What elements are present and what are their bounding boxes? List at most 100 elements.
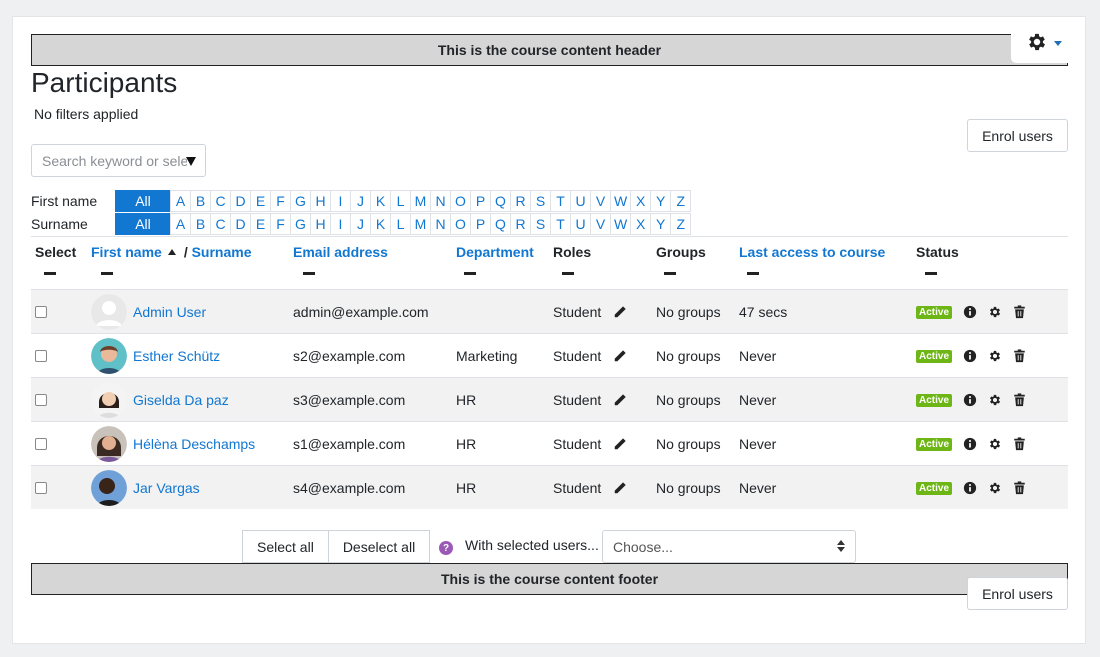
initial-letter-button[interactable]: U xyxy=(570,213,591,235)
select-all-button[interactable]: Select all xyxy=(242,530,329,563)
bulk-action-select[interactable]: Choose... xyxy=(602,530,856,563)
trash-icon[interactable] xyxy=(1013,437,1026,451)
initial-letter-button[interactable]: J xyxy=(350,190,371,212)
initial-letter-button[interactable]: K xyxy=(370,190,391,212)
initial-letter-button[interactable]: S xyxy=(530,213,551,235)
initial-all-button[interactable]: All xyxy=(115,213,171,235)
pencil-icon[interactable] xyxy=(613,305,627,319)
user-name-link[interactable]: Esther Schütz xyxy=(133,348,220,364)
trash-icon[interactable] xyxy=(1013,305,1026,319)
user-name-link[interactable]: Giselda Da paz xyxy=(133,392,229,408)
initial-letter-button[interactable]: G xyxy=(290,190,311,212)
row-checkbox[interactable] xyxy=(35,482,47,494)
sort-firstname-link[interactable]: First name xyxy=(91,244,162,260)
initial-letter-button[interactable]: I xyxy=(330,213,351,235)
initial-letter-button[interactable]: Q xyxy=(490,213,511,235)
gear-icon[interactable] xyxy=(988,481,1002,495)
avatar[interactable] xyxy=(91,338,127,374)
enrol-users-button-bottom[interactable]: Enrol users xyxy=(967,577,1068,610)
initial-letter-button[interactable]: O xyxy=(450,190,471,212)
avatar[interactable] xyxy=(91,382,127,418)
initial-letter-button[interactable]: S xyxy=(530,190,551,212)
initial-letter-button[interactable]: Q xyxy=(490,190,511,212)
avatar[interactable] xyxy=(91,470,127,506)
initial-letter-button[interactable]: T xyxy=(550,213,571,235)
info-icon[interactable] xyxy=(963,437,977,451)
info-icon[interactable] xyxy=(963,305,977,319)
gear-icon[interactable] xyxy=(988,393,1002,407)
initial-letter-button[interactable]: P xyxy=(470,213,491,235)
sort-surname-link[interactable]: Surname xyxy=(192,244,252,260)
initial-letter-button[interactable]: G xyxy=(290,213,311,235)
info-icon[interactable] xyxy=(963,481,977,495)
deselect-all-button[interactable]: Deselect all xyxy=(328,530,431,563)
initial-letter-button[interactable]: Y xyxy=(650,190,672,212)
gear-icon[interactable] xyxy=(988,349,1002,363)
initial-letter-button[interactable]: F xyxy=(270,190,291,212)
initial-letter-button[interactable]: P xyxy=(470,190,491,212)
column-last-access[interactable]: Last access to course xyxy=(739,244,885,275)
initial-letter-button[interactable]: L xyxy=(390,190,411,212)
initial-letter-button[interactable]: F xyxy=(270,213,291,235)
initial-letter-button[interactable]: C xyxy=(210,213,231,235)
row-checkbox[interactable] xyxy=(35,350,47,362)
initial-letter-button[interactable]: L xyxy=(390,213,411,235)
user-name-link[interactable]: Hélèna Deschamps xyxy=(133,436,255,452)
search-input[interactable] xyxy=(32,145,187,176)
pencil-icon[interactable] xyxy=(613,437,627,451)
initial-letter-button[interactable]: Z xyxy=(670,190,692,212)
initial-letter-button[interactable]: X xyxy=(630,213,652,235)
initial-letter-button[interactable]: D xyxy=(230,213,251,235)
dropdown-arrow-icon[interactable] xyxy=(186,157,196,166)
initial-letter-button[interactable]: O xyxy=(450,213,471,235)
initial-letter-button[interactable]: C xyxy=(210,190,231,212)
trash-icon[interactable] xyxy=(1013,349,1026,363)
pencil-icon[interactable] xyxy=(613,393,627,407)
question-icon[interactable]: ? xyxy=(439,541,453,555)
initial-letter-button[interactable]: W xyxy=(610,190,632,212)
avatar[interactable] xyxy=(91,426,127,462)
row-checkbox[interactable] xyxy=(35,394,47,406)
initial-letter-button[interactable]: K xyxy=(370,213,391,235)
info-icon[interactable] xyxy=(963,349,977,363)
gear-icon[interactable] xyxy=(988,305,1002,319)
initial-letter-button[interactable]: H xyxy=(310,213,331,235)
initial-letter-button[interactable]: B xyxy=(190,190,211,212)
user-name-link[interactable]: Admin User xyxy=(133,304,206,320)
initial-letter-button[interactable]: V xyxy=(590,190,611,212)
initial-all-button[interactable]: All xyxy=(115,190,171,212)
initial-letter-button[interactable]: Y xyxy=(650,213,672,235)
row-checkbox[interactable] xyxy=(35,306,47,318)
trash-icon[interactable] xyxy=(1013,481,1026,495)
initial-letter-button[interactable]: R xyxy=(510,190,531,212)
search-filter-field[interactable] xyxy=(31,144,206,177)
pencil-icon[interactable] xyxy=(613,481,627,495)
initial-letter-button[interactable]: M xyxy=(410,213,431,235)
initial-letter-button[interactable]: R xyxy=(510,213,531,235)
initial-letter-button[interactable]: M xyxy=(410,190,431,212)
trash-icon[interactable] xyxy=(1013,393,1026,407)
initial-letter-button[interactable]: N xyxy=(430,213,451,235)
settings-menu-button[interactable] xyxy=(1012,24,1076,62)
initial-letter-button[interactable]: H xyxy=(310,190,331,212)
initial-letter-button[interactable]: T xyxy=(550,190,571,212)
pencil-icon[interactable] xyxy=(613,349,627,363)
initial-letter-button[interactable]: A xyxy=(170,213,191,235)
gear-icon[interactable] xyxy=(988,437,1002,451)
column-department[interactable]: Department xyxy=(456,244,534,275)
row-checkbox[interactable] xyxy=(35,438,47,450)
initial-letter-button[interactable]: E xyxy=(250,213,271,235)
initial-letter-button[interactable]: V xyxy=(590,213,611,235)
initial-letter-button[interactable]: I xyxy=(330,190,351,212)
avatar[interactable] xyxy=(91,294,127,330)
initial-letter-button[interactable]: Z xyxy=(670,213,692,235)
initial-letter-button[interactable]: U xyxy=(570,190,591,212)
initial-letter-button[interactable]: A xyxy=(170,190,191,212)
initial-letter-button[interactable]: N xyxy=(430,190,451,212)
enrol-users-button[interactable]: Enrol users xyxy=(967,119,1068,152)
column-email[interactable]: Email address xyxy=(293,244,388,275)
initial-letter-button[interactable]: B xyxy=(190,213,211,235)
info-icon[interactable] xyxy=(963,393,977,407)
initial-letter-button[interactable]: E xyxy=(250,190,271,212)
initial-letter-button[interactable]: X xyxy=(630,190,652,212)
